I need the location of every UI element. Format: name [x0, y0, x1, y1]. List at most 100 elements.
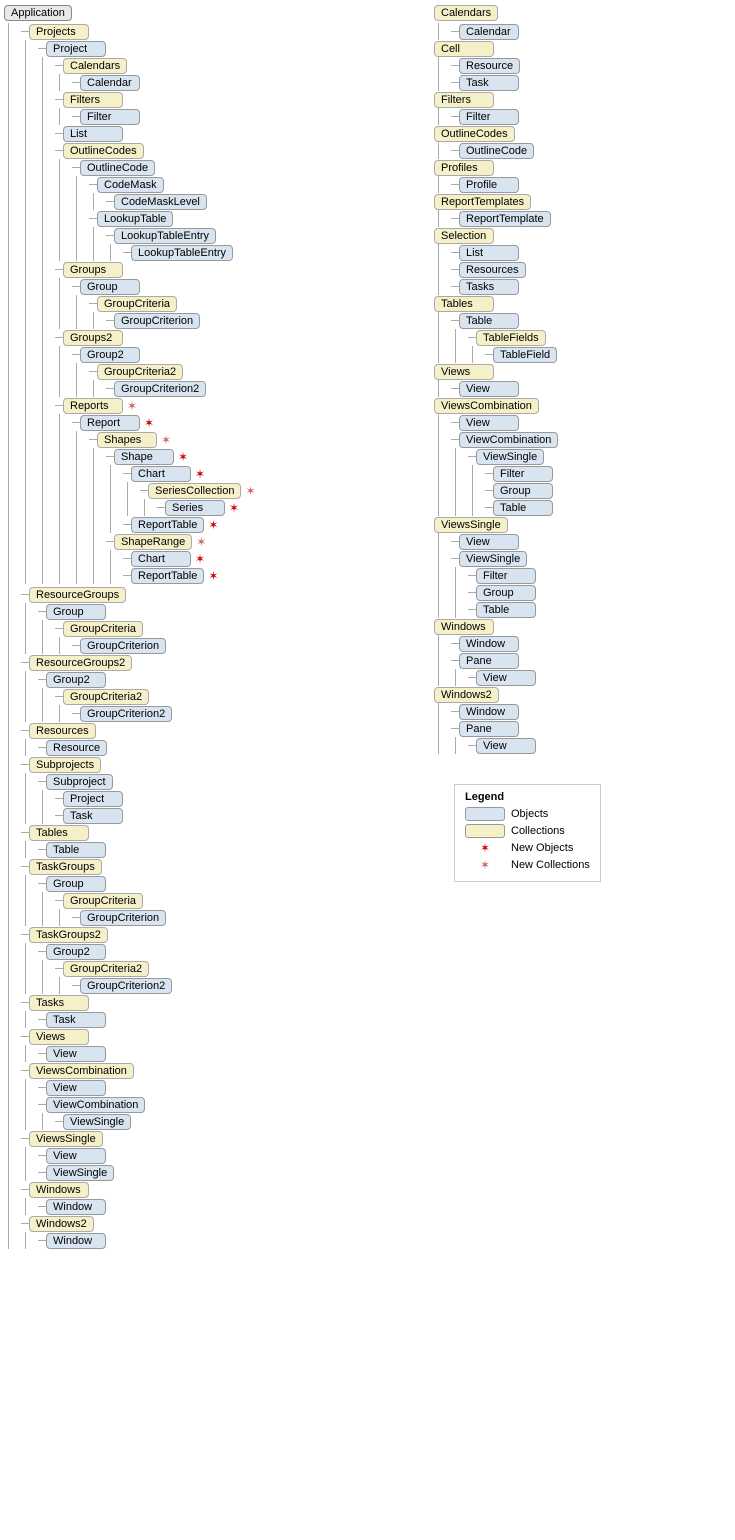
main-container: Application Projects Project Ca — [0, 0, 735, 1253]
root-label: Application — [4, 5, 72, 21]
node-label: SeriesCollection — [148, 483, 241, 499]
node-label: Filter — [80, 109, 140, 125]
node-label: ViewsCombination — [29, 1063, 134, 1079]
list-item: ViewSingle — [468, 448, 734, 465]
node-label: Windows2 — [29, 1216, 94, 1232]
node-label: Filter — [476, 568, 536, 584]
node-label: Task — [63, 808, 123, 824]
node-label: Resources — [29, 723, 96, 739]
node-label: Project — [46, 41, 106, 57]
list-item: ReportTable ✶ — [123, 516, 424, 533]
list-item: View — [468, 669, 734, 686]
node-label: View — [459, 415, 519, 431]
list-item: SeriesCollection ✶ — [140, 482, 424, 499]
list-item: View — [451, 533, 734, 550]
node-label: Shape — [114, 449, 174, 465]
node-label: GroupCriteria2 — [63, 689, 149, 705]
list-item: Filter — [451, 108, 734, 125]
new-object-star: ✶ — [178, 450, 188, 464]
node-label: Series — [165, 500, 225, 516]
list-item: Groups2 — [55, 329, 424, 346]
node-label: Cell — [434, 41, 494, 57]
node-label: LookupTableEntry — [131, 245, 233, 261]
list-item: OutlineCodes — [434, 125, 734, 142]
node-label: Calendar — [80, 75, 140, 91]
node-label: Calendars — [434, 5, 498, 21]
list-item: Calendar — [451, 23, 734, 40]
list-item: List — [451, 244, 734, 261]
chart-node-label-2: Chart — [131, 551, 191, 567]
node-label: Filter — [493, 466, 553, 482]
list-item: Windows2 — [21, 1215, 424, 1232]
node-label: Window — [459, 704, 519, 720]
list-item: Subprojects — [21, 756, 424, 773]
node-label: OutlineCodes — [63, 143, 144, 159]
list-item: ReportTemplates — [434, 193, 734, 210]
chart-node-label: Chart — [131, 466, 191, 482]
node-label: View — [46, 1046, 106, 1062]
list-item: Window — [38, 1198, 424, 1215]
node-label: Table — [459, 313, 519, 329]
list-item: Filter — [485, 465, 734, 482]
node-label: Subprojects — [29, 757, 101, 773]
node-label: GroupCriteria — [97, 296, 177, 312]
list-item: ViewsSingle — [21, 1130, 424, 1147]
node-label: Projects — [29, 24, 89, 40]
new-object-star: ✶ — [195, 552, 205, 566]
node-label: Group — [80, 279, 140, 295]
list-item: GroupCriterion2 — [106, 380, 424, 397]
list-item: Table — [485, 499, 734, 516]
node-label: ViewCombination — [459, 432, 558, 448]
node-label: Tables — [29, 825, 89, 841]
list-item: ResourceGroups2 — [21, 654, 424, 671]
list-item: Task — [38, 1011, 424, 1028]
list-item: Group — [38, 875, 424, 892]
list-item: Chart ✶ — [123, 465, 424, 482]
new-object-star: ✶ — [195, 467, 205, 481]
node-label: GroupCriterion2 — [114, 381, 206, 397]
list-item: GroupCriterion2 — [72, 705, 424, 722]
node-label: ViewSingle — [459, 551, 527, 567]
node-label: ResourceGroups2 — [29, 655, 132, 671]
list-item: GroupCriteria — [55, 620, 424, 637]
legend-collections-label: Collections — [511, 825, 565, 837]
new-object-star: ✶ — [208, 569, 218, 583]
node-label: Groups2 — [63, 330, 123, 346]
node-label: Tables — [434, 296, 494, 312]
list-item: GroupCriteria — [89, 295, 424, 312]
node-label: ViewSingle — [46, 1165, 114, 1181]
list-item: Resources — [21, 722, 424, 739]
node-label: Subproject — [46, 774, 113, 790]
list-item: Group — [38, 603, 424, 620]
list-item: Pane — [451, 652, 734, 669]
node-label: Resource — [459, 58, 520, 74]
node-label: Task — [46, 1012, 106, 1028]
list-item: GroupCriteria2 — [55, 688, 424, 705]
list-item: Group — [72, 278, 424, 295]
node-label: GroupCriterion2 — [80, 978, 172, 994]
node-label: GroupCriterion — [80, 910, 166, 926]
list-item: Calendars — [434, 4, 734, 21]
node-label: Group — [46, 876, 106, 892]
node-label: Calendar — [459, 24, 519, 40]
node-label: GroupCriterion2 — [80, 706, 172, 722]
list-item: GroupCriterion2 — [72, 977, 424, 994]
list-item: GroupCriterion — [72, 637, 424, 654]
node-label: ViewsSingle — [434, 517, 508, 533]
list-item: Cell — [434, 40, 734, 57]
list-item: Shape ✶ — [106, 448, 424, 465]
list-item: View — [451, 414, 734, 431]
node-label: TaskGroups — [29, 859, 102, 875]
new-object-star: ✶ — [208, 518, 218, 532]
node-label: Group — [476, 585, 536, 601]
node-label: Window — [459, 636, 519, 652]
node-label: ReportTemplates — [434, 194, 531, 210]
list-item: Windows2 — [434, 686, 734, 703]
list-item: Table — [451, 312, 734, 329]
node-label: Window — [46, 1199, 106, 1215]
node-label: Group — [493, 483, 553, 499]
list-item: View — [451, 380, 734, 397]
node-label: Group2 — [46, 672, 106, 688]
list-item: Resource — [38, 739, 424, 756]
new-collection-star: ✶ — [245, 484, 255, 498]
